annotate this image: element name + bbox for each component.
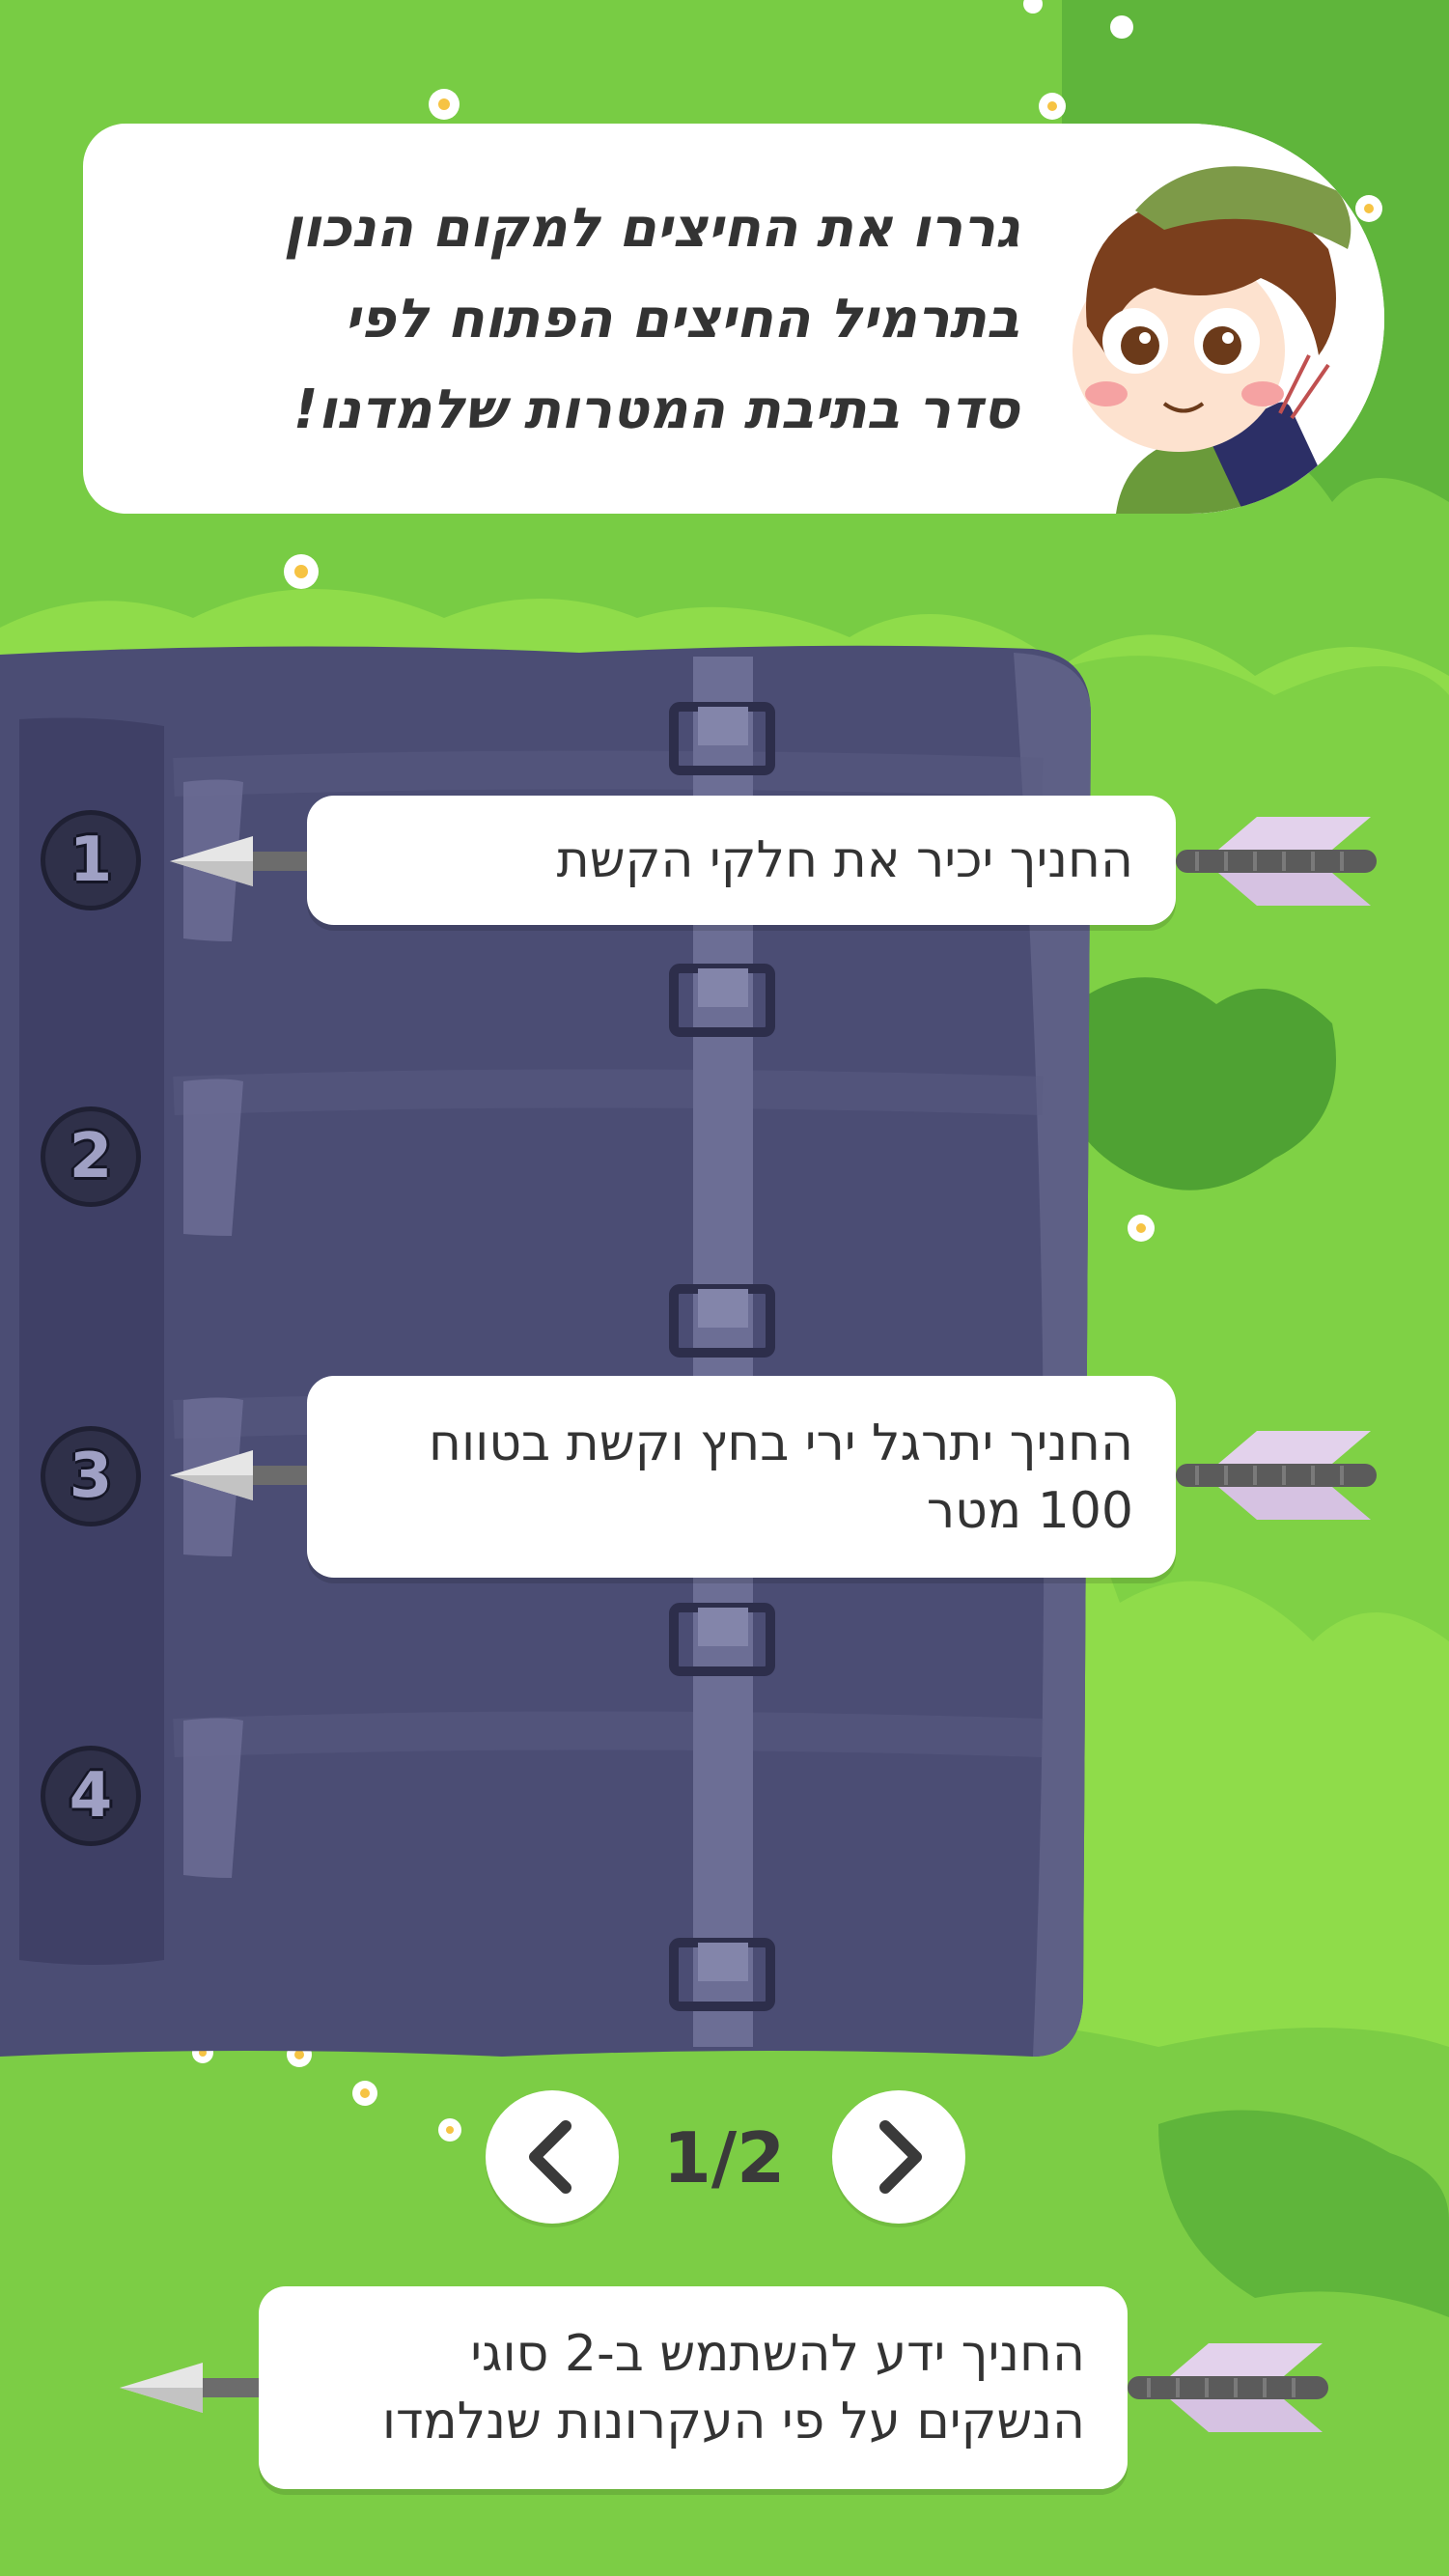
archer-boy-avatar-icon [1048, 124, 1384, 514]
chevron-right-icon [879, 2120, 922, 2194]
prev-page-button[interactable] [486, 2090, 619, 2224]
arrow-card-text: החניך ידע להשתמש ב-2 סוגי הנשקים על פי ה… [381, 2325, 1085, 2450]
page-indicator: 1/2 [662, 2117, 786, 2198]
placed-arrow-card-3[interactable]: החניך יתרגל ירי בחץ וקשת בטווח 100 מטר [307, 1376, 1176, 1578]
draggable-arrow-card[interactable]: החניך ידע להשתמש ב-2 סוגי הנשקים על פי ה… [259, 2286, 1128, 2489]
next-page-button[interactable] [832, 2090, 965, 2224]
instruction-text: גררו את החיצים למקום הנכון בתרמיל החיצים… [160, 183, 1019, 456]
instruction-line-2: בתרמיל החיצים הפתוח לפי [344, 288, 1019, 350]
slot-number-2: 2 [41, 1106, 141, 1207]
instruction-panel: גררו את החיצים למקום הנכון בתרמיל החיצים… [83, 124, 1384, 514]
instruction-line-1: גררו את החיצים למקום הנכון [283, 197, 1019, 260]
arrow-card-text: החניך יכיר את חלקי הקשת [556, 831, 1133, 889]
chevron-left-icon [529, 2120, 571, 2194]
instruction-line-3: סדר בתיבת המטרות שלמדנו! [293, 378, 1019, 441]
slot-number-4: 4 [41, 1746, 141, 1846]
placed-arrow-card-1[interactable]: החניך יכיר את חלקי הקשת [307, 796, 1176, 925]
slot-number-3: 3 [41, 1426, 141, 1526]
arrow-card-text: החניך יתרגל ירי בחץ וקשת בטווח 100 מטר [429, 1414, 1133, 1540]
slot-number-1: 1 [41, 810, 141, 910]
